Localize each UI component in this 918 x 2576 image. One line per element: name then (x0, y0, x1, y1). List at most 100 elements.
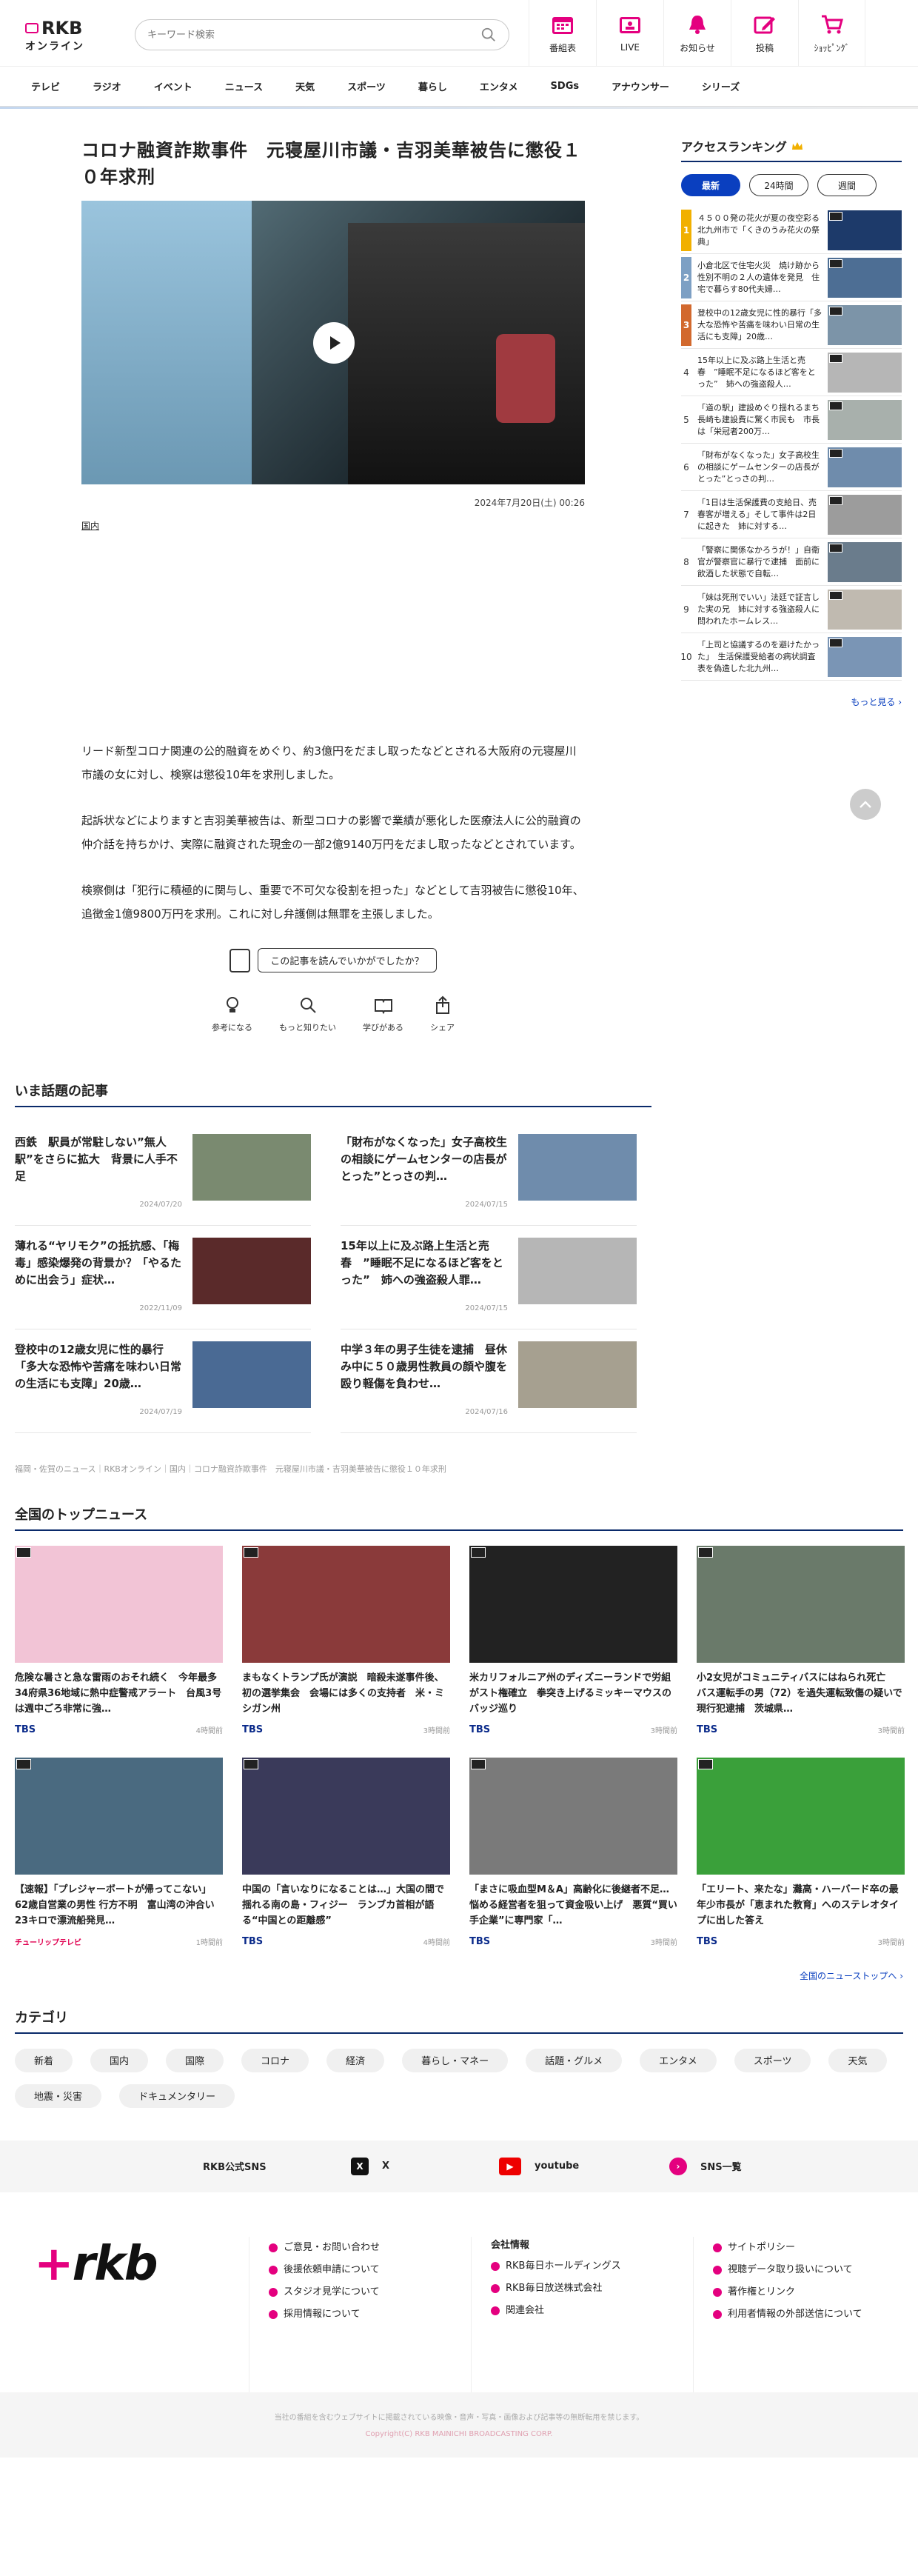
news-source: TBS (469, 1724, 491, 1735)
footer-link[interactable]: 著作権とリンク (713, 2281, 915, 2303)
sns-list-link[interactable]: › SNS一覧 (669, 2157, 817, 2175)
category-chip[interactable]: 経済 (326, 2048, 385, 2072)
topic-article[interactable]: 中学３年の男子生徒を逮捕 昼休み中に５０歳男性教員の顔や腹を殴り軽傷を負わせ… … (341, 1329, 637, 1433)
ranking-item[interactable]: 5 「道の駅」建設めぐり揺れるまち 長崎も建設費に驚く市民も 市長は「栄冠者20… (681, 396, 902, 444)
footer-link[interactable]: RKB毎日放送株式会社 (491, 2278, 693, 2300)
gnav-event[interactable]: イベント (138, 67, 209, 107)
category-chip[interactable]: エンタメ (640, 2048, 717, 2072)
reaction-more[interactable]: もっと知りたい (279, 995, 336, 1033)
footer-link[interactable]: サイトポリシー (713, 2237, 915, 2259)
national-more-link[interactable]: 全国のニューストップへ › (15, 1969, 903, 1982)
national-news-item[interactable]: 「エリート、来たな」灘高・ハーバード卒の最年少市長が「恵まれた教育」へのステレオ… (697, 1757, 905, 1947)
ranking-item-title: 15年以上に及ぶ路上生活と売春 ”睡眠不足になるほど客をとった” 姉への強盗殺人… (697, 355, 816, 389)
reaction-share[interactable]: シェア (430, 995, 455, 1033)
gnav-tv[interactable]: テレビ (15, 67, 76, 107)
site-logo[interactable]: RKB オンライン (25, 18, 99, 53)
category-chip[interactable]: コロナ (241, 2048, 309, 2072)
nav-post[interactable]: 投稿 (731, 0, 798, 67)
breadcrumb[interactable]: 福岡・佐賀のニュース｜RKBオンライン｜国内｜コロナ融資詐欺事件 元寝屋川市議・… (15, 1463, 918, 1475)
national-news-item[interactable]: 小2女児がコミュニティバスにはねられ死亡 バス運転手の男（72）を過失運転致傷の… (697, 1545, 905, 1735)
reaction-learn[interactable]: 学びがある (363, 995, 403, 1033)
ranking-item[interactable]: 10 「上司と協議するのを避けたかった」 生活保護受給者の病状調査表を偽造した北… (680, 633, 902, 681)
gnav-entame[interactable]: エンタメ (463, 67, 535, 107)
video-player[interactable] (81, 201, 585, 484)
footer-link[interactable]: 関連会社 (491, 2300, 693, 2322)
ranking-item[interactable]: 1 ４５００発の花火が夏の夜空彩る 北九州市で「くきのうみ花火の祭典」 (681, 207, 902, 254)
ranking-item[interactable]: 7 「1日は生活保護費の支給日、売春客が増える」そして事件は2日に起きた 姉に対… (681, 491, 902, 538)
footer-link[interactable]: 後援依頼申請について (269, 2259, 471, 2281)
tab-24h[interactable]: 24時間 (749, 174, 808, 196)
category-chip[interactable]: 話題・グルメ (526, 2048, 623, 2072)
footer-link[interactable]: 視聴データ取り扱いについて (713, 2259, 915, 2281)
topic-article[interactable]: 15年以上に及ぶ路上生活と売春 ”睡眠不足になるほど客をとった” 姉への強盗殺人… (341, 1226, 637, 1329)
search-input[interactable] (147, 29, 480, 41)
gnav-radio[interactable]: ラジオ (76, 67, 138, 107)
gnav-announcer[interactable]: アナウンサー (595, 67, 686, 107)
category-chip[interactable]: ドキュメンタリー (119, 2083, 235, 2108)
sns-youtube-link[interactable]: ▶ youtube (499, 2157, 669, 2175)
national-news-item[interactable]: まもなくトランプ氏が演説 暗殺未遂事件後、初の選挙集会 会場には多くの支持者 米… (242, 1545, 450, 1735)
national-news-item[interactable]: 「まさに吸血型M＆A」高齢化に後継者不足…悩める経営者を狙って資金吸い上げ 悪質… (469, 1757, 677, 1947)
news-title: 【速報】「プレジャーボートが帰ってこない」62歳自営業の男性 行方不明 富山湾の… (15, 1883, 215, 1926)
national-news-item[interactable]: 危険な暑さと急な雷雨のおそれ続く 今年最多34府県36地域に熱中症警戒アラート … (15, 1545, 223, 1735)
bullet-icon (491, 2306, 500, 2315)
category-chip[interactable]: 暮らし・マネー (402, 2048, 509, 2072)
search-icon[interactable] (480, 27, 497, 43)
video-icon (829, 211, 842, 221)
ranking-item[interactable]: 9 「妹は死刑でいい」法廷で証言した実の兄 姉に対する強盗殺人に問われたホームレ… (681, 586, 902, 633)
scroll-top-button[interactable] (850, 789, 881, 820)
national-news-item[interactable]: 米カリフォルニア州のディズニーランドで労組がスト権確立 拳突き上げるミッキーマウ… (469, 1545, 677, 1735)
category-chip[interactable]: 天気 (828, 2048, 887, 2072)
category-chip[interactable]: 国際 (166, 2048, 224, 2072)
tab-weekly[interactable]: 週間 (817, 174, 877, 196)
gnav-life[interactable]: 暮らし (402, 67, 463, 107)
footer-link[interactable]: 利用者情報の外部送信について (713, 2303, 915, 2326)
footer-link[interactable]: 採用情報について (269, 2303, 471, 2326)
rank-number: 3 (681, 304, 691, 346)
article: コロナ融資詐欺事件 元寝屋川市議・吉羽美華被告に懲役１０年求刑 2024年7月2… (81, 137, 585, 1033)
nav-shopping[interactable]: ｼｮｯﾋﾟﾝｸﾞ (798, 0, 865, 67)
nav-notice[interactable]: お知らせ (663, 0, 731, 67)
gnav-sports[interactable]: スポーツ (331, 67, 402, 107)
category-chip[interactable]: 新着 (15, 2048, 73, 2072)
tab-latest[interactable]: 最新 (681, 174, 740, 196)
article-category[interactable]: 国内 (81, 519, 99, 532)
footer-link[interactable]: RKB毎日ホールディングス (491, 2255, 693, 2278)
ranking-item[interactable]: 6 「財布がなくなった」女子高校生の相談にゲームセンターの店長がとった”とっさの… (681, 444, 902, 491)
news-time: 3時間前 (423, 1726, 450, 1735)
ranking-item[interactable]: 3 登校中の12歳女児に性的暴行「多大な恐怖や苦痛を味わい日常の生活にも支障」2… (681, 301, 902, 349)
nav-live[interactable]: LIVE (596, 0, 663, 67)
thumbnail (242, 1545, 450, 1663)
category-chip[interactable]: スポーツ (734, 2048, 811, 2072)
national-news-item[interactable]: 中国の「言いなりになることは…」大国の間で揺れる南の島・フィジー ランブカ首相が… (242, 1757, 450, 1947)
ranking-more-link[interactable]: もっと見る › (681, 695, 902, 708)
survey-icon (230, 948, 251, 972)
video-icon (698, 1758, 713, 1769)
nav-schedule[interactable]: 番組表 (529, 0, 596, 67)
access-ranking: アクセスランキング 最新 24時間 週間 1 ４５００発の花火が夏の夜空彩る 北… (680, 137, 902, 1033)
news-time: 3時間前 (877, 1726, 905, 1735)
video-icon (829, 495, 842, 505)
gnav-sdgs[interactable]: SDGs (535, 67, 596, 107)
ranking-item[interactable]: 8 「警察に関係なかろうが！」自衛官が警察官に暴行で逮捕 面前に飲酒した状態で自… (681, 538, 902, 586)
footer-link[interactable]: ご意見・お問い合わせ (269, 2237, 471, 2259)
play-button[interactable] (313, 322, 355, 364)
topic-article[interactable]: 登校中の12歳女児に性的暴行「多大な恐怖や苦痛を味わい日常の生活にも支障」20歳… (15, 1329, 311, 1433)
ranking-item-title: 「財布がなくなった」女子高校生の相談にゲームセンターの店長がとった”とっさの判… (697, 450, 820, 484)
ranking-item[interactable]: 2 小倉北区で住宅火災 焼け跡から性別不明の２人の遺体を発見 住宅で暮らす80代… (681, 254, 902, 301)
ranking-item[interactable]: 4 15年以上に及ぶ路上生活と売春 ”睡眠不足になるほど客をとった” 姉への強盗… (681, 349, 902, 396)
national-news-item[interactable]: 【速報】「プレジャーボートが帰ってこない」62歳自営業の男性 行方不明 富山湾の… (15, 1757, 223, 1947)
search-box[interactable] (135, 19, 509, 50)
category-chip[interactable]: 国内 (90, 2048, 149, 2072)
topic-article[interactable]: 「財布がなくなった」女子高校生の相談にゲームセンターの店長がとった”とっさの判…… (341, 1122, 637, 1226)
footer-logo[interactable]: +rkb (34, 2237, 249, 2392)
category-chip[interactable]: 地震・災害 (15, 2083, 102, 2108)
gnav-weather[interactable]: 天気 (279, 67, 331, 107)
footer-link[interactable]: スタジオ見学について (269, 2281, 471, 2303)
topic-article[interactable]: 西鉄 駅員が常駐しない”無人駅”をさらに拡大 背景に人手不足 2024/07/2… (15, 1122, 311, 1226)
topic-article[interactable]: 薄れる“ヤリモク”の抵抗感、「梅毒」感染爆発の背景か？「やるために出会う」症状…… (15, 1226, 311, 1329)
gnav-news[interactable]: ニュース (209, 67, 279, 107)
sns-x-link[interactable]: XX (351, 2157, 499, 2175)
reaction-helpful[interactable]: 参考になる (212, 995, 252, 1033)
gnav-series[interactable]: シリーズ (686, 67, 756, 107)
